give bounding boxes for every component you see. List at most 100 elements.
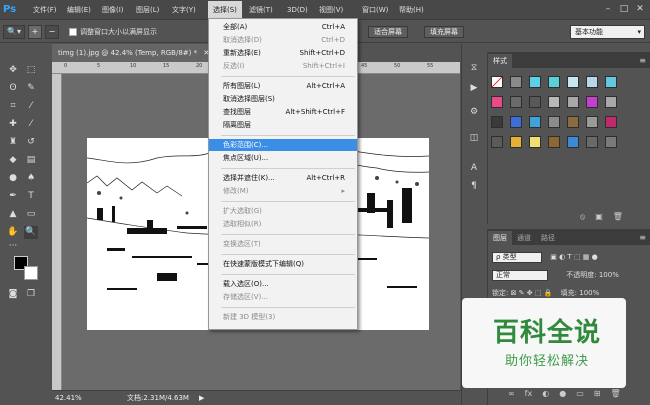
zoom-tool-preset-icon[interactable]: 🔍▾ — [3, 24, 25, 39]
tab-layers[interactable]: 图层 — [488, 231, 512, 245]
menu-item-6[interactable]: 滤镜(T) — [244, 1, 278, 19]
blend-mode-select[interactable]: 正常 — [492, 270, 548, 281]
select-menu-item[interactable]: 重新选择(E) Shift+Ctrl+D — [209, 47, 357, 59]
character-icon[interactable]: A — [466, 160, 482, 176]
style-swatch[interactable] — [605, 136, 617, 148]
properties-icon[interactable]: ⚙ — [466, 104, 482, 120]
shape-tool-icon[interactable]: ▭ — [24, 208, 38, 221]
mask-icon[interactable]: ◐ — [542, 389, 549, 398]
screen-mode-icon[interactable]: ❐ — [24, 288, 38, 301]
style-swatch[interactable] — [567, 116, 579, 128]
actions-icon[interactable]: ▶ — [466, 80, 482, 96]
style-swatch[interactable] — [491, 136, 503, 148]
minimize-icon[interactable]: – — [600, 1, 616, 17]
clear-style-icon[interactable]: ⦸ — [580, 212, 585, 222]
select-menu-item[interactable]: 隔离图层 — [209, 119, 357, 131]
fill-value[interactable]: 100% — [579, 289, 599, 297]
group-icon[interactable]: ▭ — [576, 389, 584, 398]
resize-window-checkbox[interactable]: 调整窗口大小以满屏显示 — [68, 27, 157, 37]
crop-tool-icon[interactable]: ⌗ — [6, 100, 20, 113]
delete-style-icon[interactable]: 🗑 — [613, 212, 623, 222]
style-swatch[interactable] — [529, 116, 541, 128]
layer-kind-select[interactable]: ρ 类型 — [492, 252, 542, 263]
document-tab[interactable]: timg (1).jpg @ 42.4% (Temp, RGB/8#) * ✕ — [52, 44, 212, 62]
select-menu-item[interactable]: 选择并遮住(K)... Alt+Ctrl+R — [209, 172, 357, 184]
background-color-swatch[interactable] — [24, 266, 38, 280]
style-swatch[interactable] — [529, 96, 541, 108]
fill-screen-button[interactable]: 填充屏幕 — [424, 26, 464, 38]
maximize-icon[interactable]: □ — [616, 1, 632, 17]
style-swatch[interactable] — [548, 136, 560, 148]
fit-screen-button[interactable]: 适合屏幕 — [368, 26, 408, 38]
style-swatch[interactable] — [510, 116, 522, 128]
zoom-level[interactable]: 42.41% — [52, 394, 92, 402]
select-menu-item[interactable]: 在快速蒙版模式下编辑(Q) — [209, 258, 357, 270]
adjustments-icon[interactable]: ◫ — [466, 130, 482, 146]
style-swatch[interactable] — [605, 76, 617, 88]
menu-item-3[interactable]: 图层(L) — [131, 1, 164, 19]
gradient-tool-icon[interactable]: ▤ — [24, 154, 38, 167]
menu-item-1[interactable]: 编辑(E) — [62, 1, 96, 19]
style-swatch[interactable] — [586, 116, 598, 128]
style-swatch[interactable] — [548, 76, 560, 88]
quick-mask-icon[interactable]: ◙ — [6, 288, 20, 301]
opacity-value[interactable]: 100% — [599, 271, 619, 279]
adjustment-layer-icon[interactable]: ● — [559, 389, 566, 398]
quick-select-tool-icon[interactable]: ✎ — [24, 82, 38, 95]
status-menu-icon[interactable]: ▶ — [199, 394, 204, 402]
type-tool-icon[interactable]: T — [24, 190, 38, 203]
move-tool-icon[interactable]: ✥ — [6, 64, 20, 77]
select-menu-item[interactable]: 载入选区(O)... — [209, 278, 357, 290]
filter-icons[interactable]: ▣ ◐ T ⬚ ▦ ● — [550, 253, 597, 261]
lock-icons[interactable]: ⊠ ✎ ✥ ⬚ 🔒 — [511, 289, 553, 297]
menu-item-9[interactable]: 窗口(W) — [357, 1, 393, 19]
workspace-select[interactable]: 基本功能 ▾ — [570, 25, 645, 39]
history-icon[interactable]: ⧖ — [466, 60, 482, 76]
style-swatch[interactable] — [491, 116, 503, 128]
tab-paths[interactable]: 路径 — [536, 231, 560, 245]
path-select-icon[interactable]: ▲ — [6, 208, 20, 221]
style-swatch[interactable] — [491, 76, 503, 88]
menu-item-7[interactable]: 3D(D) — [282, 1, 313, 19]
clone-stamp-icon[interactable]: ♜ — [6, 136, 20, 149]
fx-icon[interactable]: fx — [525, 389, 533, 398]
style-swatch[interactable] — [510, 96, 522, 108]
zoom-in-icon[interactable]: + — [27, 24, 42, 39]
menu-item-8[interactable]: 视图(V) — [314, 1, 348, 19]
new-style-icon[interactable]: ▣ — [595, 212, 603, 222]
link-layers-icon[interactable]: ∞ — [508, 389, 515, 398]
style-swatch[interactable] — [529, 136, 541, 148]
zoom-tool-icon[interactable]: 🔍 — [24, 226, 38, 239]
zoom-out-icon[interactable]: − — [44, 24, 59, 39]
style-swatch[interactable] — [605, 96, 617, 108]
style-swatch[interactable] — [548, 96, 560, 108]
style-swatch[interactable] — [548, 116, 560, 128]
brush-tool-icon[interactable]: ⁄ — [24, 118, 38, 131]
pen-tool-icon[interactable]: ✒ — [6, 190, 20, 203]
style-swatch[interactable] — [510, 76, 522, 88]
select-menu-item[interactable]: 色彩范围(C)... — [209, 139, 357, 151]
menu-item-10[interactable]: 帮助(H) — [394, 1, 429, 19]
style-swatch[interactable] — [567, 136, 579, 148]
eyedropper-tool-icon[interactable]: ⁄ — [24, 100, 38, 113]
style-swatch[interactable] — [567, 76, 579, 88]
paragraph-icon[interactable]: ¶ — [466, 178, 482, 194]
style-swatch[interactable] — [529, 76, 541, 88]
new-layer-icon[interactable]: ⊞ — [594, 389, 601, 398]
blur-tool-icon[interactable]: ● — [6, 172, 20, 185]
checkbox-box[interactable] — [68, 27, 77, 36]
lasso-tool-icon[interactable]: ʘ — [6, 82, 20, 95]
layers-menu-icon[interactable]: ≡ — [639, 231, 646, 245]
history-brush-icon[interactable]: ↺ — [24, 136, 38, 149]
eraser-tool-icon[interactable]: ◆ — [6, 154, 20, 167]
select-menu-item[interactable]: 焦点区域(U)... — [209, 152, 357, 164]
more-tools-icon[interactable]: ··· — [6, 240, 20, 253]
menu-item-5[interactable]: 选择(S) — [208, 1, 242, 19]
delete-layer-icon[interactable]: 🗑 — [610, 389, 620, 398]
close-icon[interactable]: ✕ — [632, 1, 648, 17]
healing-brush-icon[interactable]: ✚ — [6, 118, 20, 131]
style-swatch[interactable] — [586, 96, 598, 108]
menu-item-2[interactable]: 图像(I) — [97, 1, 129, 19]
select-menu-item[interactable]: 全部(A) Ctrl+A — [209, 21, 357, 33]
select-menu-item[interactable]: 查找图层 Alt+Shift+Ctrl+F — [209, 106, 357, 118]
